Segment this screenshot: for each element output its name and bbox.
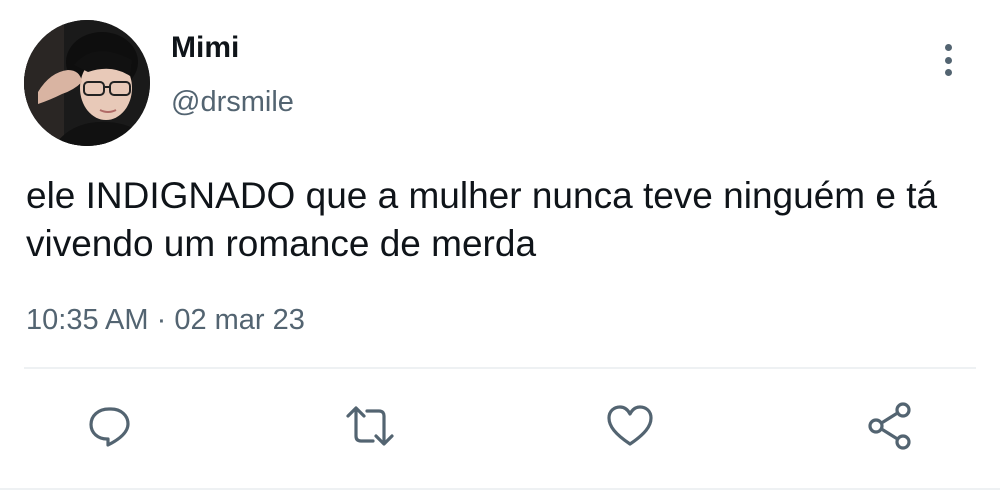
bottom-divider — [0, 488, 1000, 490]
retweet-button[interactable] — [344, 400, 396, 452]
share-icon — [868, 402, 911, 450]
more-dot — [944, 69, 952, 76]
like-button[interactable] — [604, 400, 656, 452]
avatar[interactable] — [24, 20, 150, 146]
display-name[interactable]: Mimi — [171, 30, 239, 66]
tweet-card: Mimi @drsmile ele INDIGNADO que a mulher… — [0, 0, 1000, 500]
user-handle[interactable]: @drsmile — [171, 85, 294, 119]
more-options-button[interactable] — [930, 40, 966, 80]
retweet-icon — [346, 406, 394, 446]
tweet-timestamp[interactable]: 10:35 AM · 02 mar 23 — [26, 302, 305, 338]
more-dot — [944, 44, 952, 51]
divider — [24, 367, 976, 369]
reply-icon — [89, 407, 130, 447]
tweet-text: ele INDIGNADO que a mulher nunca teve ni… — [26, 175, 938, 264]
reply-button[interactable] — [84, 400, 136, 452]
tweet-time: 10:35 AM — [26, 304, 149, 336]
share-button[interactable] — [864, 400, 916, 452]
like-icon — [607, 405, 653, 446]
tweet-date: 02 mar 23 — [174, 304, 305, 336]
more-dot — [944, 56, 952, 64]
avatar-image — [24, 20, 150, 146]
meta-separator: · — [156, 304, 167, 336]
